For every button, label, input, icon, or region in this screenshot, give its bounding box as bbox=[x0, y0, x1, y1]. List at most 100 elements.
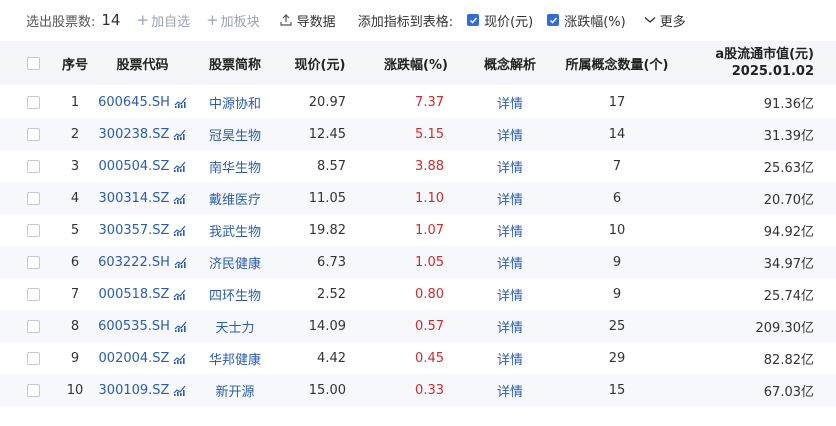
row-code-link[interactable]: 600535.SH bbox=[95, 310, 190, 342]
row-name-link[interactable]: 济民健康 bbox=[195, 246, 275, 278]
table-row[interactable]: 3 000504.SZ 南华生物 8.57 3.88 详情 7 25.63亿 bbox=[0, 150, 836, 182]
trend-chart-icon[interactable] bbox=[174, 321, 187, 332]
table-row[interactable]: 5 300357.SZ 我武生物 19.82 1.07 详情 10 94.92亿 bbox=[0, 214, 836, 246]
trend-chart-icon[interactable] bbox=[173, 193, 186, 204]
change-indicator-checkbox[interactable]: 涨跌幅(%) bbox=[547, 11, 626, 30]
row-checkbox[interactable] bbox=[22, 150, 44, 182]
trend-chart-icon[interactable] bbox=[173, 225, 186, 236]
column-market-value[interactable]: a股流通市值(元) 2025.01.02 bbox=[700, 41, 814, 85]
row-detail-link[interactable]: 详情 bbox=[470, 246, 550, 278]
row-checkbox[interactable] bbox=[22, 310, 44, 342]
row-concept-count: 29 bbox=[608, 350, 626, 366]
column-seq[interactable]: 序号 bbox=[55, 41, 95, 85]
row-name-link[interactable]: 戴维医疗 bbox=[195, 182, 275, 214]
row-market-value: 94.92亿 bbox=[763, 224, 814, 240]
trend-chart-icon[interactable] bbox=[173, 129, 186, 140]
row-seq: 10 bbox=[66, 382, 84, 398]
selected-count-label: 选出股票数: bbox=[26, 14, 96, 30]
row-seq: 5 bbox=[70, 222, 80, 238]
row-code-link[interactable]: 300314.SZ bbox=[95, 182, 190, 214]
row-checkbox[interactable] bbox=[22, 374, 44, 406]
row-checkbox[interactable] bbox=[22, 278, 44, 310]
table-row[interactable]: 2 300238.SZ 冠昊生物 12.45 5.15 详情 14 31.39亿 bbox=[0, 118, 836, 150]
row-detail-link[interactable]: 详情 bbox=[470, 374, 550, 406]
row-code-link[interactable]: 300109.SZ bbox=[95, 374, 190, 406]
table-row[interactable]: 9 002004.SZ 华邦健康 4.42 0.45 详情 29 82.82亿 bbox=[0, 342, 836, 374]
row-concept-count: 15 bbox=[608, 382, 626, 398]
row-concept-count: 7 bbox=[612, 158, 622, 174]
row-detail-link[interactable]: 详情 bbox=[470, 310, 550, 342]
row-checkbox[interactable] bbox=[22, 214, 44, 246]
row-name-link[interactable]: 我武生物 bbox=[195, 214, 275, 246]
row-change: 1.05 bbox=[415, 254, 444, 270]
row-seq: 4 bbox=[70, 190, 80, 206]
row-detail-link[interactable]: 详情 bbox=[470, 182, 550, 214]
add-watchlist-button[interactable]: + 加自选 bbox=[136, 11, 190, 30]
table-row[interactable]: 4 300314.SZ 戴维医疗 11.05 1.10 详情 6 20.70亿 bbox=[0, 182, 836, 214]
table-row[interactable]: 8 600535.SH 天士力 14.09 0.57 详情 25 209.30亿 bbox=[0, 310, 836, 342]
column-concept-count[interactable]: 所属概念数量(个) bbox=[562, 41, 672, 85]
row-code: 300109.SZ bbox=[98, 382, 170, 398]
row-market-value: 82.82亿 bbox=[763, 352, 814, 368]
column-change[interactable]: 涨跌幅(%) bbox=[370, 41, 462, 85]
row-name-link[interactable]: 冠昊生物 bbox=[195, 118, 275, 150]
more-button[interactable]: 更多 bbox=[644, 11, 686, 30]
table-row[interactable]: 6 603222.SH 济民健康 6.73 1.05 详情 9 34.97亿 bbox=[0, 246, 836, 278]
export-data-button[interactable]: 导数据 bbox=[280, 11, 336, 30]
row-price: 19.82 bbox=[308, 222, 346, 238]
row-detail-link[interactable]: 详情 bbox=[470, 118, 550, 150]
row-name-link[interactable]: 南华生物 bbox=[195, 150, 275, 182]
row-market-value: 34.97亿 bbox=[763, 256, 814, 272]
row-price: 15.00 bbox=[308, 382, 346, 398]
row-name-link[interactable]: 新开源 bbox=[195, 374, 275, 406]
row-name-link[interactable]: 天士力 bbox=[195, 310, 275, 342]
row-detail-link[interactable]: 详情 bbox=[470, 278, 550, 310]
row-checkbox[interactable] bbox=[22, 246, 44, 278]
row-code: 002004.SZ bbox=[98, 350, 170, 366]
row-code-link[interactable]: 300357.SZ bbox=[95, 214, 190, 246]
row-name-link[interactable]: 中源协和 bbox=[195, 86, 275, 118]
row-code-link[interactable]: 000518.SZ bbox=[95, 278, 190, 310]
row-checkbox[interactable] bbox=[22, 182, 44, 214]
table-row[interactable]: 7 000518.SZ 四环生物 2.52 0.80 详情 9 25.74亿 bbox=[0, 278, 836, 310]
row-name-link[interactable]: 华邦健康 bbox=[195, 342, 275, 374]
price-indicator-checkbox[interactable]: 现价(元) bbox=[467, 11, 533, 30]
checkbox-icon bbox=[26, 56, 40, 70]
trend-chart-icon[interactable] bbox=[173, 161, 186, 172]
row-checkbox[interactable] bbox=[22, 342, 44, 374]
trend-chart-icon[interactable] bbox=[173, 289, 186, 300]
add-watchlist-label: 加自选 bbox=[151, 14, 191, 30]
row-concept-count: 9 bbox=[612, 286, 622, 302]
row-code-link[interactable]: 000504.SZ bbox=[95, 150, 190, 182]
row-detail-link[interactable]: 详情 bbox=[470, 86, 550, 118]
row-detail-link[interactable]: 详情 bbox=[470, 342, 550, 374]
column-price[interactable]: 现价(元) bbox=[285, 41, 355, 85]
table-row[interactable]: 1 600645.SH 中源协和 20.97 7.37 详情 17 91.36亿 bbox=[0, 86, 836, 118]
row-code-link[interactable]: 002004.SZ bbox=[95, 342, 190, 374]
row-price: 11.05 bbox=[308, 190, 346, 206]
row-code-link[interactable]: 600645.SH bbox=[95, 86, 190, 118]
row-checkbox[interactable] bbox=[22, 118, 44, 150]
row-code-link[interactable]: 603222.SH bbox=[95, 246, 190, 278]
column-code[interactable]: 股票代码 bbox=[95, 41, 190, 85]
column-name[interactable]: 股票简称 bbox=[195, 41, 275, 85]
row-change: 0.57 bbox=[415, 318, 444, 334]
row-detail-link[interactable]: 详情 bbox=[470, 150, 550, 182]
trend-chart-icon[interactable] bbox=[173, 353, 186, 364]
column-concept[interactable]: 概念解析 bbox=[470, 41, 550, 85]
row-name-link[interactable]: 四环生物 bbox=[195, 278, 275, 310]
trend-chart-icon[interactable] bbox=[173, 385, 186, 396]
row-price: 20.97 bbox=[308, 94, 346, 110]
trend-chart-icon[interactable] bbox=[174, 97, 187, 108]
row-concept-count: 25 bbox=[608, 318, 626, 334]
trend-chart-icon[interactable] bbox=[174, 257, 187, 268]
row-code-link[interactable]: 300238.SZ bbox=[95, 118, 190, 150]
row-concept-count: 9 bbox=[612, 254, 622, 270]
row-code: 600645.SH bbox=[98, 94, 170, 110]
select-all-checkbox[interactable] bbox=[22, 41, 44, 85]
checkbox-icon bbox=[26, 127, 40, 141]
row-checkbox[interactable] bbox=[22, 86, 44, 118]
row-detail-link[interactable]: 详情 bbox=[470, 214, 550, 246]
table-row[interactable]: 10 300109.SZ 新开源 15.00 0.33 详情 15 67.03亿 bbox=[0, 374, 836, 406]
add-sector-button[interactable]: + 加板块 bbox=[206, 11, 260, 30]
